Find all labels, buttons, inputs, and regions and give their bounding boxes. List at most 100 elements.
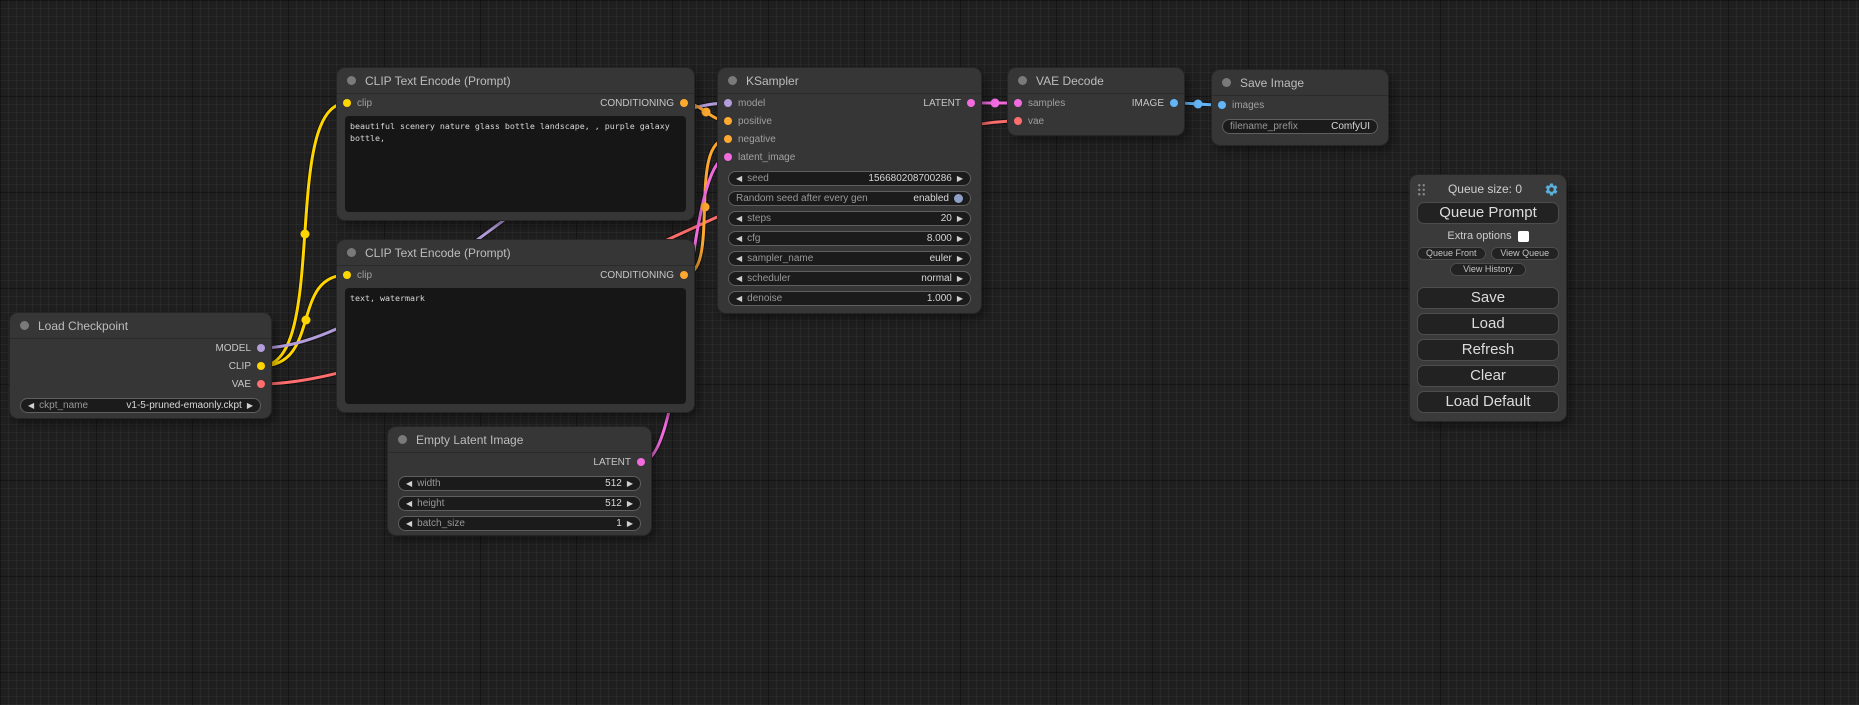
node-clip-text-encode-positive[interactable]: CLIP Text Encode (Prompt) clip CONDITION… (337, 68, 694, 220)
sampler-name-widget[interactable]: ◀ sampler_name euler ▶ (728, 251, 971, 266)
image-output-port[interactable] (1170, 99, 1178, 107)
vae-output-port[interactable] (257, 380, 265, 388)
clear-button[interactable]: Clear (1417, 365, 1559, 387)
prompt-text-input[interactable]: text, watermark (345, 288, 686, 404)
right-arrow-icon[interactable]: ▶ (957, 215, 963, 223)
node-vae-decode[interactable]: VAE Decode samples IMAGE vae (1008, 68, 1184, 135)
widget-value: 20 (941, 213, 952, 224)
port-label: images (1232, 100, 1264, 111)
right-arrow-icon[interactable]: ▶ (627, 520, 633, 528)
graph-canvas[interactable]: Load Checkpoint MODEL CLIP VAE ◀ ckpt_na… (0, 0, 1859, 705)
node-save-image[interactable]: Save Image images filename_prefix ComfyU… (1212, 70, 1388, 145)
widget-value: normal (921, 273, 952, 284)
queue-prompt-button[interactable]: Queue Prompt (1417, 202, 1559, 224)
widget-value: 156680208700286 (868, 173, 951, 184)
images-input-port[interactable] (1218, 101, 1226, 109)
latent-output-port[interactable] (637, 458, 645, 466)
collapse-icon[interactable] (728, 76, 737, 85)
conditioning-output-port[interactable] (680, 99, 688, 107)
view-history-button[interactable]: View History (1450, 263, 1526, 276)
ckpt-name-widget[interactable]: ◀ ckpt_name v1-5-pruned-emaonly.ckpt ▶ (20, 398, 261, 413)
left-arrow-icon[interactable]: ◀ (736, 235, 742, 243)
latent-image-input-port[interactable] (724, 153, 732, 161)
load-button[interactable]: Load (1417, 313, 1559, 335)
port-label: positive (738, 116, 772, 127)
port-label: VAE (232, 379, 251, 390)
collapse-icon[interactable] (1018, 76, 1027, 85)
right-arrow-icon[interactable]: ▶ (957, 275, 963, 283)
collapse-icon[interactable] (20, 321, 29, 330)
widget-value: 512 (605, 478, 622, 489)
batch-size-widget[interactable]: ◀ batch_size 1 ▶ (398, 516, 641, 531)
right-arrow-icon[interactable]: ▶ (627, 480, 633, 488)
width-widget[interactable]: ◀ width 512 ▶ (398, 476, 641, 491)
clip-input-port[interactable] (343, 271, 351, 279)
clip-output-port[interactable] (257, 362, 265, 370)
negative-input-port[interactable] (724, 135, 732, 143)
left-arrow-icon[interactable]: ◀ (406, 520, 412, 528)
extra-options-checkbox[interactable] (1518, 231, 1529, 242)
clip-input-port[interactable] (343, 99, 351, 107)
conditioning-output-port[interactable] (680, 271, 688, 279)
left-arrow-icon[interactable]: ◀ (736, 275, 742, 283)
load-default-button[interactable]: Load Default (1417, 391, 1559, 413)
extra-options-label: Extra options (1447, 230, 1511, 242)
cfg-widget[interactable]: ◀ cfg 8.000 ▶ (728, 231, 971, 246)
save-button[interactable]: Save (1417, 287, 1559, 309)
drag-handle-icon[interactable] (1417, 183, 1426, 196)
port-label: samples (1028, 98, 1065, 109)
samples-input-port[interactable] (1014, 99, 1022, 107)
queue-panel: Queue size: 0 Queue Prompt Extra options… (1410, 175, 1566, 421)
right-arrow-icon[interactable]: ▶ (627, 500, 633, 508)
right-arrow-icon[interactable]: ▶ (957, 175, 963, 183)
seed-widget[interactable]: ◀ seed 156680208700286 ▶ (728, 171, 971, 186)
widget-value: 512 (605, 498, 622, 509)
node-clip-text-encode-negative[interactable]: CLIP Text Encode (Prompt) clip CONDITION… (337, 240, 694, 412)
port-label: latent_image (738, 152, 795, 163)
collapse-icon[interactable] (1222, 78, 1231, 87)
widget-value: 1 (616, 518, 622, 529)
port-label: IMAGE (1132, 98, 1164, 109)
widget-value: ComfyUI (1331, 121, 1370, 132)
port-label: model (738, 98, 765, 109)
model-output-port[interactable] (257, 344, 265, 352)
collapse-icon[interactable] (347, 248, 356, 257)
vae-input-port[interactable] (1014, 117, 1022, 125)
right-arrow-icon[interactable]: ▶ (957, 235, 963, 243)
collapse-icon[interactable] (398, 435, 407, 444)
left-arrow-icon[interactable]: ◀ (736, 215, 742, 223)
node-empty-latent-image[interactable]: Empty Latent Image LATENT ◀ width 512 ▶ … (388, 427, 651, 535)
latent-output-port[interactable] (967, 99, 975, 107)
node-title: Save Image (1240, 76, 1304, 90)
model-input-port[interactable] (724, 99, 732, 107)
scheduler-widget[interactable]: ◀ scheduler normal ▶ (728, 271, 971, 286)
denoise-widget[interactable]: ◀ denoise 1.000 ▶ (728, 291, 971, 306)
refresh-button[interactable]: Refresh (1417, 339, 1559, 361)
view-queue-button[interactable]: View Queue (1491, 247, 1560, 260)
node-load-checkpoint[interactable]: Load Checkpoint MODEL CLIP VAE ◀ ckpt_na… (10, 313, 271, 418)
right-arrow-icon[interactable]: ▶ (957, 255, 963, 263)
left-arrow-icon[interactable]: ◀ (736, 295, 742, 303)
queue-front-button[interactable]: Queue Front (1417, 247, 1486, 260)
node-ksampler[interactable]: KSampler model LATENT positive negative … (718, 68, 981, 313)
port-label: clip (357, 270, 372, 281)
left-arrow-icon[interactable]: ◀ (28, 402, 34, 410)
random-seed-toggle[interactable]: Random seed after every gen enabled (728, 191, 971, 206)
port-label: negative (738, 134, 776, 145)
right-arrow-icon[interactable]: ▶ (957, 295, 963, 303)
settings-gear-icon[interactable] (1544, 182, 1559, 197)
positive-input-port[interactable] (724, 117, 732, 125)
toggle-indicator[interactable] (954, 194, 963, 203)
left-arrow-icon[interactable]: ◀ (736, 175, 742, 183)
widget-label: scheduler (747, 273, 790, 284)
widget-label: height (417, 498, 444, 509)
steps-widget[interactable]: ◀ steps 20 ▶ (728, 211, 971, 226)
height-widget[interactable]: ◀ height 512 ▶ (398, 496, 641, 511)
left-arrow-icon[interactable]: ◀ (406, 500, 412, 508)
right-arrow-icon[interactable]: ▶ (247, 402, 253, 410)
left-arrow-icon[interactable]: ◀ (736, 255, 742, 263)
left-arrow-icon[interactable]: ◀ (406, 480, 412, 488)
filename-prefix-widget[interactable]: filename_prefix ComfyUI (1222, 119, 1378, 134)
prompt-text-input[interactable]: beautiful scenery nature glass bottle la… (345, 116, 686, 212)
collapse-icon[interactable] (347, 76, 356, 85)
